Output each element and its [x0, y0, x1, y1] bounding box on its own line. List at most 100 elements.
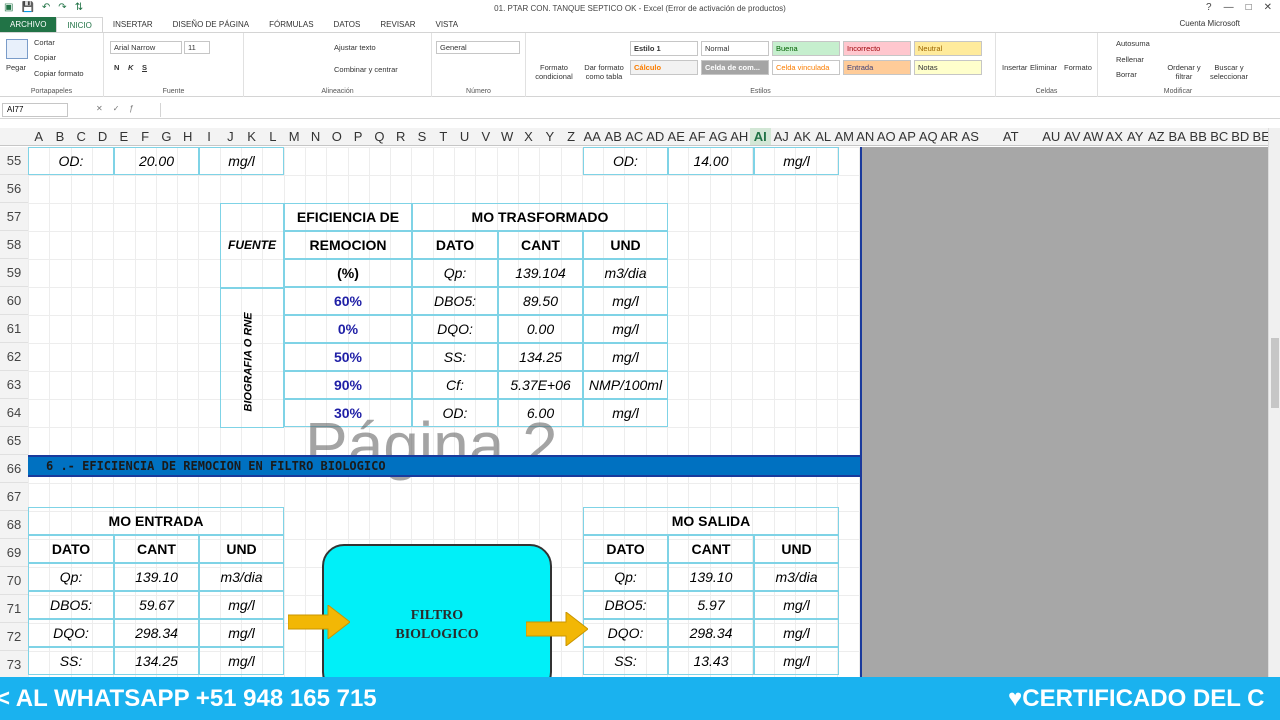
mo-entrada-title[interactable]: MO ENTRADA: [28, 507, 284, 535]
cut-button[interactable]: Cortar: [34, 38, 55, 47]
underline-button[interactable]: S: [142, 63, 147, 72]
cell-od-unit-right[interactable]: mg/l: [754, 147, 839, 175]
find-select-button[interactable]: Buscar y seleccionar: [1204, 63, 1254, 81]
entrada-dato[interactable]: SS:: [28, 647, 114, 675]
column-header-w[interactable]: W: [497, 128, 518, 145]
eff-dato[interactable]: DBO5:: [412, 287, 498, 315]
column-header-at[interactable]: AT: [981, 128, 1041, 145]
column-header-x[interactable]: X: [518, 128, 539, 145]
font-size-select[interactable]: 11: [184, 41, 210, 54]
fx-icon[interactable]: ✕✓ƒ: [96, 104, 144, 113]
style-neutral[interactable]: Neutral: [914, 41, 982, 56]
entrada-cant[interactable]: 134.25: [114, 647, 199, 675]
paste-icon[interactable]: [6, 39, 28, 59]
entrada-cant[interactable]: 59.67: [114, 591, 199, 619]
delete-button[interactable]: Eliminar: [1030, 63, 1057, 72]
style-input[interactable]: Entrada: [843, 60, 911, 75]
autosum-button[interactable]: Autosuma: [1116, 39, 1150, 48]
column-header-h[interactable]: H: [177, 128, 198, 145]
row-header-61[interactable]: 61: [0, 315, 28, 343]
cell-od-label-left[interactable]: OD:: [28, 147, 114, 175]
salida-col-und[interactable]: UND: [754, 535, 839, 563]
entrada-cant[interactable]: 298.34: [114, 619, 199, 647]
eff-und[interactable]: NMP/100ml: [583, 371, 668, 399]
eff-percent[interactable]: 50%: [284, 343, 412, 371]
column-header-ac[interactable]: AC: [624, 128, 645, 145]
column-header-aa[interactable]: AA: [582, 128, 603, 145]
salida-cant[interactable]: 5.97: [668, 591, 754, 619]
column-header-o[interactable]: O: [326, 128, 347, 145]
column-header-aw[interactable]: AW: [1083, 128, 1104, 145]
merge-center-button[interactable]: Combinar y centrar: [334, 65, 398, 74]
column-header-i[interactable]: I: [198, 128, 219, 145]
column-header-n[interactable]: N: [305, 128, 326, 145]
formula-input[interactable]: [160, 103, 1270, 117]
row-header-68[interactable]: 68: [0, 511, 28, 539]
column-header-s[interactable]: S: [411, 128, 432, 145]
row-header-57[interactable]: 57: [0, 203, 28, 231]
column-header-l[interactable]: L: [262, 128, 283, 145]
column-header-ay[interactable]: AY: [1125, 128, 1146, 145]
fill-button[interactable]: Rellenar: [1116, 55, 1144, 64]
eff-und[interactable]: mg/l: [583, 315, 668, 343]
style-bad[interactable]: Incorrecto: [843, 41, 911, 56]
eff-header-2[interactable]: REMOCION: [284, 231, 412, 259]
column-header-p[interactable]: P: [347, 128, 368, 145]
salida-dato[interactable]: DQO:: [583, 619, 668, 647]
format-button[interactable]: Formato: [1064, 63, 1092, 72]
insert-button[interactable]: Insertar: [1002, 63, 1027, 72]
style-good[interactable]: Buena: [772, 41, 840, 56]
mo-transformado-header[interactable]: MO TRASFORMADO: [412, 203, 668, 231]
column-header-f[interactable]: F: [134, 128, 155, 145]
wrap-text-button[interactable]: Ajustar texto: [334, 43, 376, 52]
entrada-dato[interactable]: Qp:: [28, 563, 114, 591]
row-header-60[interactable]: 60: [0, 287, 28, 315]
column-header-ba[interactable]: BA: [1167, 128, 1188, 145]
fuente-header[interactable]: FUENTE: [220, 203, 284, 288]
salida-col-dato[interactable]: DATO: [583, 535, 668, 563]
row-header-71[interactable]: 71: [0, 595, 28, 623]
eff-dato[interactable]: DQO:: [412, 315, 498, 343]
entrada-col-und[interactable]: UND: [199, 535, 284, 563]
tab-formulas[interactable]: FÓRMULAS: [259, 17, 323, 32]
tab-data[interactable]: DATOS: [324, 17, 371, 32]
salida-dato[interactable]: Qp:: [583, 563, 668, 591]
sort-filter-button[interactable]: Ordenar y filtrar: [1166, 63, 1202, 81]
column-header-m[interactable]: M: [284, 128, 305, 145]
close-button[interactable]: ✕: [1264, 2, 1272, 13]
column-header-g[interactable]: G: [156, 128, 177, 145]
column-header-az[interactable]: AZ: [1146, 128, 1167, 145]
row-header-62[interactable]: 62: [0, 343, 28, 371]
tab-home[interactable]: INICIO: [56, 17, 103, 32]
column-header-am[interactable]: AM: [834, 128, 855, 145]
column-header-ak[interactable]: AK: [792, 128, 813, 145]
eff-header-3[interactable]: (%): [284, 259, 412, 287]
eff-header-1[interactable]: EFICIENCIA DE: [284, 203, 412, 231]
style-note[interactable]: Notas: [914, 60, 982, 75]
tab-insert[interactable]: INSERTAR: [103, 17, 163, 32]
column-header-ap[interactable]: AP: [897, 128, 918, 145]
column-header-v[interactable]: V: [475, 128, 496, 145]
biological-filter-shape[interactable]: FILTRO BIOLOGICO: [322, 544, 552, 694]
eff-und[interactable]: m3/dia: [583, 259, 668, 287]
row-header-69[interactable]: 69: [0, 539, 28, 567]
entrada-col-dato[interactable]: DATO: [28, 535, 114, 563]
col-cant[interactable]: CANT: [498, 231, 583, 259]
clear-button[interactable]: Borrar: [1116, 70, 1137, 79]
eff-cant[interactable]: 0.00: [498, 315, 583, 343]
column-header-d[interactable]: D: [92, 128, 113, 145]
format-painter-button[interactable]: Copiar formato: [34, 69, 84, 78]
eff-dato[interactable]: SS:: [412, 343, 498, 371]
account-button[interactable]: Cuenta Microsoft: [1180, 19, 1240, 28]
column-header-af[interactable]: AF: [687, 128, 708, 145]
entrada-dato[interactable]: DQO:: [28, 619, 114, 647]
eff-cant[interactable]: 134.25: [498, 343, 583, 371]
eff-und[interactable]: mg/l: [583, 287, 668, 315]
tab-page-layout[interactable]: DISEÑO DE PÁGINA: [163, 17, 259, 32]
row-header-55[interactable]: 55: [0, 147, 28, 175]
col-dato[interactable]: DATO: [412, 231, 498, 259]
column-header-bb[interactable]: BB: [1188, 128, 1209, 145]
column-header-r[interactable]: R: [390, 128, 411, 145]
tab-review[interactable]: REVISAR: [370, 17, 425, 32]
row-header-59[interactable]: 59: [0, 259, 28, 287]
